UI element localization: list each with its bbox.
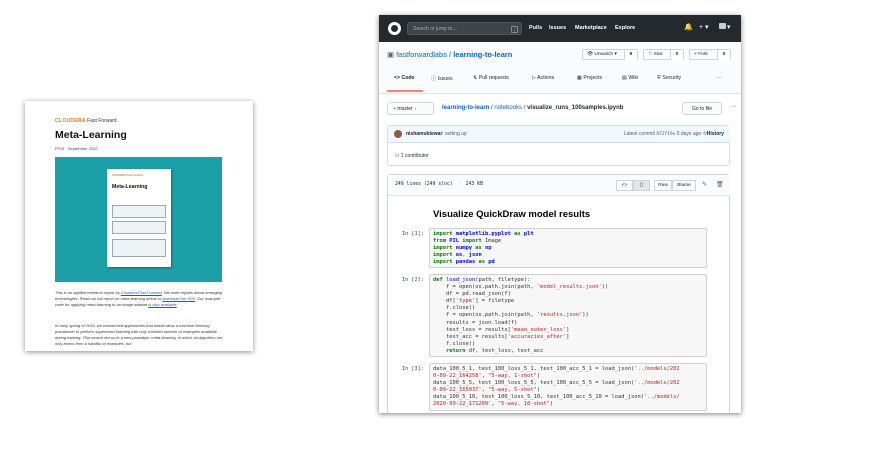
contributors-count[interactable]: ⚇ 1 contributor (395, 153, 429, 159)
notebook-render: Visualize QuickDraw model results In [1]… (388, 196, 730, 413)
tabs-more-icon[interactable]: ··· (717, 75, 722, 81)
file-info: 249 lines (249 sloc) | 243 KB (395, 182, 483, 187)
nav-issues[interactable]: Issues (549, 25, 566, 31)
breadcrumb: learning-to-learn / notebooks / visualiz… (442, 105, 624, 111)
thumb-diagram-row (112, 239, 166, 257)
tab-actions[interactable]: ▷ Actions (532, 75, 554, 81)
thumb-brand: CLOUDERA Fast Forward (112, 174, 143, 177)
more-options-icon[interactable]: ··· (730, 103, 737, 110)
screenshot-composite: CLOUDERA Fast Forward Meta-Learning FF15… (0, 0, 892, 452)
crumb-file-name: visualize_runs_100samples.ipynb (527, 105, 624, 111)
nav-pulls[interactable]: Pulls (529, 25, 542, 31)
go-to-file-button[interactable]: Go to file (682, 102, 722, 115)
github-window: Search or jump to... / Pulls Issues Mark… (379, 15, 741, 413)
thumb-title: Meta-Learning (112, 184, 148, 190)
branch-select-button[interactable]: ⑂ master ▾ (387, 102, 434, 115)
nav-explore[interactable]: Explore (615, 25, 635, 31)
link-cloudera-ff[interactable]: Cloudera Fast Forward (121, 290, 162, 295)
file-viewer: 249 lines (249 sloc) | 243 KB <> ▯ Raw Bla… (387, 174, 730, 413)
notebook-title: Visualize QuickDraw model results (433, 209, 591, 220)
brand-sub-text: Fast Forward (87, 118, 117, 124)
shield-icon: ⛨ (657, 75, 661, 81)
code-cell: data_100_5_1, test_100_loss_5_1, test_10… (429, 363, 707, 411)
report-page: CLOUDERA Fast Forward Meta-Learning FF15… (25, 101, 253, 351)
brand-logo-text: CLOUDERA (55, 118, 86, 124)
star-count: 0 (670, 50, 683, 60)
crumb-folder-link[interactable]: notebooks (494, 105, 522, 111)
repo-header: ▣ fastforwardlabs / learning-to-learn 👁 U… (379, 42, 741, 94)
issue-icon: ⓘ (431, 76, 437, 82)
link-example-code[interactable]: is also available (148, 302, 176, 307)
plus-menu-icon[interactable]: + ▾ (699, 23, 709, 31)
search-placeholder: Search or jump to... (413, 26, 457, 32)
cell-prompt: In [2]: (402, 277, 424, 283)
report-title: Meta-Learning (55, 129, 127, 141)
code-view-icon[interactable]: <> (616, 180, 633, 191)
crumb-repo-link[interactable]: learning-to-learn (442, 105, 489, 111)
tab-code[interactable]: <> Code (394, 75, 414, 81)
report-series: FF15 · September 2020 (55, 146, 98, 151)
history-link[interactable]: History (707, 131, 724, 137)
report-intro-paragraph: This is an applied research report by Cl… (55, 290, 222, 307)
file-size: 243 KB (465, 182, 483, 187)
edit-pencil-icon[interactable]: ✎ (702, 181, 707, 188)
fork-count: 0 (717, 50, 730, 60)
report-body-paragraph: In early spring of 2019, we researched a… (55, 323, 223, 346)
commit-message[interactable]: setting up (445, 131, 467, 137)
thumb-diagram-row (112, 221, 166, 234)
unwatch-button[interactable]: 👁 Unwatch ▾ 6 (582, 49, 638, 60)
repo-book-icon: ▣ (387, 50, 395, 59)
trash-icon[interactable]: 🗑 (716, 181, 724, 188)
code-icon: <> (394, 75, 401, 81)
book-icon: ▤ (622, 75, 627, 81)
tab-pull-requests[interactable]: ⇅ Pull requests (473, 75, 509, 81)
active-tab-indicator (387, 90, 423, 92)
commit-bar: nishamuktewar setting up Latest commit 8… (388, 126, 730, 143)
github-header: Search or jump to... / Pulls Issues Mark… (379, 15, 741, 42)
github-logo-icon[interactable] (388, 22, 401, 35)
avatar[interactable] (394, 130, 402, 138)
search-input[interactable]: Search or jump to... / (407, 22, 522, 35)
cell-prompt: In [1]: (402, 231, 424, 237)
pull-request-icon: ⇅ (473, 75, 478, 81)
play-icon: ▷ (532, 75, 536, 81)
project-icon: ▦ (577, 75, 582, 81)
link-download-pdf[interactable]: download the PDF (162, 296, 194, 301)
thumb-diagram-row (112, 205, 166, 218)
blame-button[interactable]: Blame (672, 180, 696, 191)
code-cell: import matplotlib.pyplot as plt from PIL… (429, 228, 707, 268)
user-menu-icon[interactable]: ▾ (719, 23, 731, 31)
repo-owner-link[interactable]: fastforwardlabs (396, 50, 447, 59)
file-header: 249 lines (249 sloc) | 243 KB <> ▯ Raw Bla… (388, 175, 730, 196)
code-cell: def load_json(path, filetype): f = open(… (429, 274, 707, 357)
nav-marketplace[interactable]: Marketplace (575, 25, 607, 31)
repo-title: ▣ fastforwardlabs / learning-to-learn (387, 50, 512, 59)
bell-icon[interactable]: 🔔 (684, 23, 693, 31)
report-brand: CLOUDERA Fast Forward (55, 118, 117, 124)
cell-prompt: In [3]: (402, 366, 424, 372)
commit-meta: Latest commit 872f19e 5 days ago ⟲Histor… (623, 131, 724, 137)
watch-count: 6 (624, 50, 637, 60)
raw-button[interactable]: Raw (654, 180, 672, 191)
tab-security[interactable]: ⛨ Security (657, 75, 681, 82)
rendered-view-icon[interactable]: ▯ (633, 180, 650, 191)
tab-projects[interactable]: ▦ Projects (577, 75, 602, 81)
cover-thumbnail: CLOUDERA Fast Forward Meta-Learning (107, 169, 171, 267)
slash-key-icon: / (511, 26, 518, 33)
repo-name-link[interactable]: learning-to-learn (453, 50, 512, 59)
commit-sha-link[interactable]: 872f19e (656, 132, 675, 137)
latest-commit-box: nishamuktewar setting up Latest commit 8… (387, 125, 730, 166)
file-lines: 249 lines (249 sloc) (395, 182, 453, 187)
tab-issues[interactable]: ⓘ Issues (431, 75, 453, 82)
star-button[interactable]: ☆ Star 0 (643, 49, 684, 60)
commit-time: 5 days ago (675, 131, 702, 137)
commit-author-link[interactable]: nishamuktewar (406, 131, 442, 137)
tab-wiki[interactable]: ▤ Wiki (622, 75, 638, 81)
fork-button[interactable]: ⑂ Fork 0 (689, 49, 731, 60)
file-navigation: ⑂ master ▾ learning-to-learn / notebooks… (387, 102, 737, 117)
report-cover: CLOUDERA Fast Forward Meta-Learning (55, 157, 222, 282)
